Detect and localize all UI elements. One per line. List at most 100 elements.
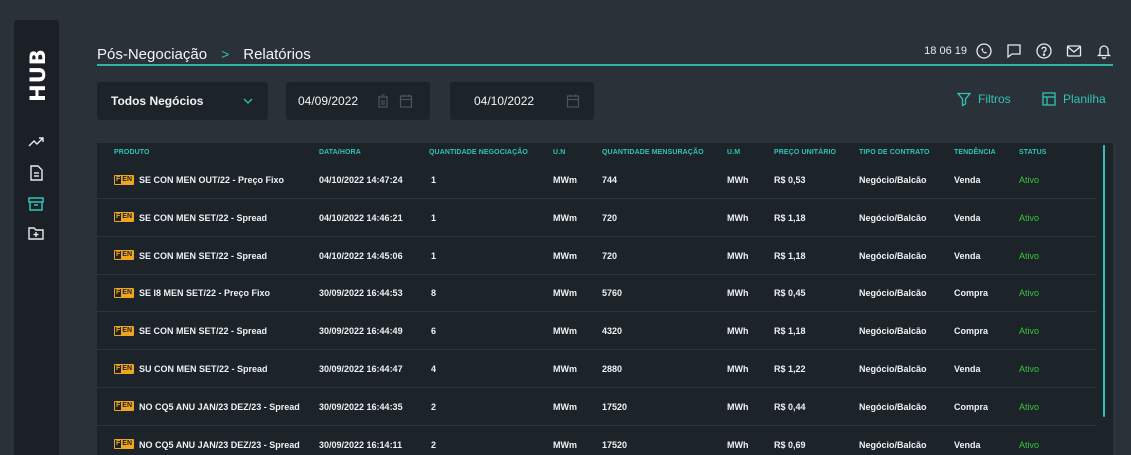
produto-text: SE CON MEN SET/22 - Spread bbox=[139, 326, 268, 337]
produto-text: NO CQ5 ANU JAN/23 DEZ/23 - Spread bbox=[139, 401, 300, 412]
cell-preco: R$ 0,45 bbox=[774, 288, 806, 299]
chat-icon[interactable] bbox=[1005, 42, 1023, 60]
date-from-field[interactable]: 04/09/2022 bbox=[286, 82, 430, 120]
trash-icon[interactable] bbox=[376, 93, 390, 109]
badge-en: EN bbox=[121, 402, 134, 411]
cell-tipo: Negócio/Balcão bbox=[859, 175, 927, 185]
cell-datahora: 30/09/2022 16:44:53 bbox=[319, 288, 403, 299]
date-to-field[interactable]: 04/10/2022 bbox=[450, 82, 594, 120]
scrollbar[interactable] bbox=[1103, 145, 1105, 417]
fen-badge: F EN bbox=[114, 174, 135, 185]
funnel-icon bbox=[956, 92, 972, 107]
business-select-value: Todos Negócios bbox=[111, 94, 204, 108]
badge-en: EN bbox=[121, 251, 134, 260]
cell-tipo: Negócio/Balcão bbox=[859, 250, 927, 261]
clock-time: 18 06 19 bbox=[924, 45, 967, 57]
col-preco[interactable]: PREÇO UNITÁRIO bbox=[774, 149, 836, 156]
breadcrumb-separator: > bbox=[221, 46, 230, 62]
badge-en: EN bbox=[121, 364, 134, 373]
table-row[interactable]: F EN SU CON MEN SET/22 - Spread 30/09/2022 … bbox=[97, 351, 1097, 388]
document-icon[interactable] bbox=[26, 163, 46, 183]
fen-badge: F EN bbox=[114, 439, 135, 450]
folder-plus-icon[interactable] bbox=[26, 223, 46, 243]
cell-um: MWh bbox=[727, 401, 749, 412]
cell-qtd-mensuracao: 17520 bbox=[602, 439, 628, 450]
filter-bar: Todos Negócios 04/09/2022 04/10/2022 Fil… bbox=[97, 82, 1127, 120]
produto-text: NO CQ5 ANU JAN/23 DEZ/23 - Spread bbox=[139, 439, 300, 450]
fen-badge: F EN bbox=[114, 212, 135, 223]
table-row[interactable]: F EN NO CQ5 ANU JAN/23 DEZ/23 - Spread 30/0… bbox=[97, 427, 1097, 455]
table-row[interactable]: F EN SE CON MEN SET/22 - Spread 04/10/2022 … bbox=[97, 200, 1097, 237]
hub-logo[interactable]: HUB bbox=[23, 40, 53, 110]
cell-um: MWh bbox=[727, 326, 749, 337]
col-um[interactable]: U.M bbox=[727, 149, 740, 156]
date-from-value: 04/09/2022 bbox=[298, 94, 359, 108]
cell-qtd-mensuracao: 17520 bbox=[602, 401, 628, 412]
table-row[interactable]: F EN SE CON MEN SET/22 - Spread 04/10/2022 … bbox=[97, 238, 1097, 275]
cell-produto: F EN NO CQ5 ANU JAN/23 DEZ/23 - Spread bbox=[114, 439, 300, 450]
cell-qtd-mensuracao: 744 bbox=[602, 175, 618, 185]
col-status[interactable]: STATUS bbox=[1019, 149, 1047, 156]
table-row[interactable]: F EN NO CQ5 ANU JAN/23 DEZ/23 - Spread 30/0… bbox=[97, 389, 1097, 426]
produto-text: SU CON MEN SET/22 - Spread bbox=[139, 364, 268, 374]
cell-tipo: Negócio/Balcão bbox=[859, 364, 927, 374]
help-icon[interactable] bbox=[1035, 42, 1053, 60]
col-datahora[interactable]: DATA/HORA bbox=[319, 149, 361, 156]
badge-en: EN bbox=[121, 326, 134, 335]
cell-un: MWm bbox=[553, 439, 577, 450]
cell-preco: R$ 1,18 bbox=[774, 212, 806, 223]
filters-button[interactable]: Filtros bbox=[956, 91, 1011, 107]
bell-icon[interactable] bbox=[1095, 42, 1113, 60]
col-tendencia[interactable]: TENDÊNCIA bbox=[954, 149, 996, 156]
fen-badge: F EN bbox=[114, 250, 135, 261]
business-select[interactable]: Todos Negócios bbox=[97, 82, 268, 120]
fen-badge: F EN bbox=[114, 325, 135, 336]
spreadsheet-button[interactable]: Planilha bbox=[1041, 91, 1106, 107]
table-row[interactable]: F EN SE CON MEN OUT/22 - Preço Fixo 04/10/2… bbox=[97, 162, 1097, 199]
cell-un: MWm bbox=[553, 212, 577, 223]
cell-qtd-negociacao: 1 bbox=[431, 250, 437, 261]
cell-status: Ativo bbox=[1019, 439, 1040, 450]
calendar-icon[interactable] bbox=[566, 93, 580, 109]
cell-datahora: 04/10/2022 14:45:06 bbox=[319, 250, 403, 261]
mail-icon[interactable] bbox=[1065, 42, 1083, 60]
col-qtd-negociacao[interactable]: QUANTIDADE NEGOCIAÇÃO bbox=[429, 149, 528, 156]
cell-un: MWm bbox=[553, 288, 577, 299]
col-un[interactable]: U.N bbox=[553, 149, 565, 156]
cell-tipo: Negócio/Balcão bbox=[859, 439, 927, 450]
table-row[interactable]: F EN SE I8 MEN SET/22 - Preço Fixo 30/09/20… bbox=[97, 275, 1097, 313]
cell-datahora: 30/09/2022 16:44:35 bbox=[319, 401, 403, 412]
produto-text: SE CON MEN OUT/22 - Preço Fixo bbox=[139, 175, 285, 185]
cell-tendencia: Venda bbox=[954, 175, 981, 185]
cell-um: MWh bbox=[727, 439, 749, 450]
cell-qtd-mensuracao: 720 bbox=[602, 212, 618, 223]
table-row[interactable]: F EN SE CON MEN SET/22 - Spread 30/09/2022 … bbox=[97, 313, 1097, 351]
cell-um: MWh bbox=[727, 288, 749, 299]
cell-produto: F EN SU CON MEN SET/22 - Spread bbox=[114, 363, 268, 374]
chevron-down-icon bbox=[243, 98, 253, 104]
col-tipo[interactable]: TIPO DE CONTRATO bbox=[859, 149, 930, 156]
cell-produto: F EN SE CON MEN SET/22 - Spread bbox=[114, 250, 267, 261]
cell-tendencia: Venda bbox=[954, 250, 981, 261]
fen-badge: F EN bbox=[114, 401, 135, 412]
cell-qtd-mensuracao: 2880 bbox=[602, 364, 623, 374]
chart-line-icon[interactable] bbox=[26, 132, 46, 152]
whatsapp-icon[interactable] bbox=[975, 42, 993, 60]
cell-um: MWh bbox=[727, 212, 749, 223]
breadcrumb-pos-negociacao[interactable]: Pós-Negociação bbox=[97, 46, 207, 63]
header-divider bbox=[97, 64, 1113, 66]
cell-tendencia: Venda bbox=[954, 364, 981, 374]
cell-status: Ativo bbox=[1019, 401, 1040, 412]
spreadsheet-icon bbox=[1042, 92, 1056, 106]
cell-preco: R$ 1,18 bbox=[774, 250, 806, 261]
cell-qtd-mensuracao: 4320 bbox=[602, 326, 623, 337]
col-produto[interactable]: PRODUTO bbox=[114, 149, 150, 156]
cell-preco: R$ 1,18 bbox=[774, 326, 806, 337]
archive-icon[interactable] bbox=[26, 194, 46, 214]
cell-status: Ativo bbox=[1019, 364, 1040, 374]
col-qtd-mensuracao[interactable]: QUANTIDADE MENSURAÇÃO bbox=[602, 149, 704, 156]
badge-en: EN bbox=[121, 175, 134, 184]
cell-tipo: Negócio/Balcão bbox=[859, 288, 927, 299]
cell-um: MWh bbox=[727, 364, 749, 374]
calendar-icon[interactable] bbox=[399, 93, 413, 109]
